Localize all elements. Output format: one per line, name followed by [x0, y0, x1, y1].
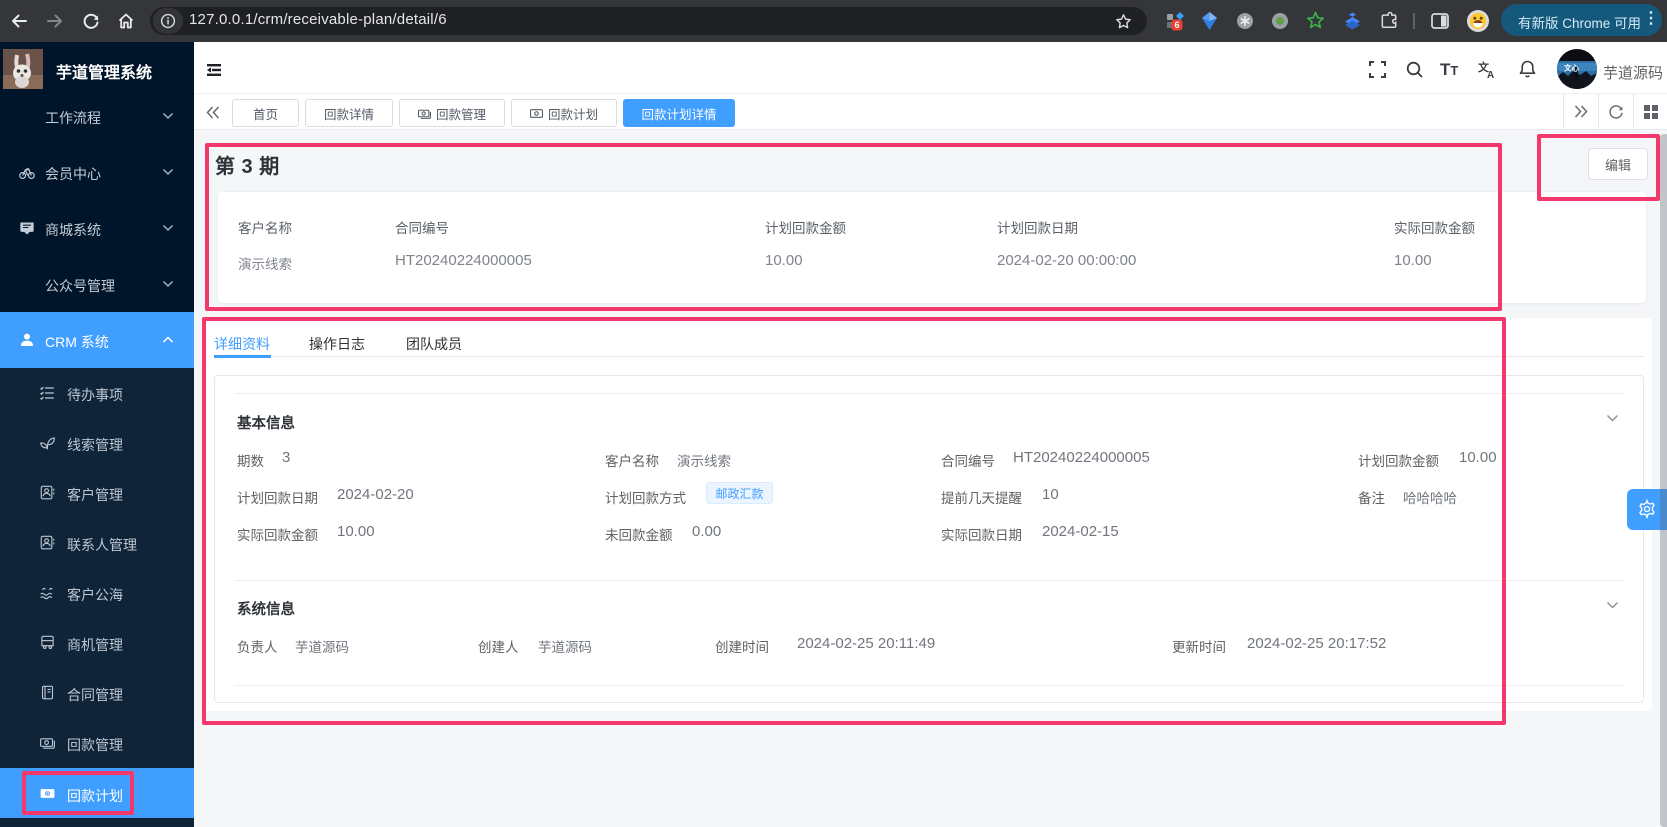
svg-text:文心: 文心 [1564, 63, 1580, 73]
svg-text:6: 6 [1174, 20, 1179, 30]
svg-text:A: A [1487, 70, 1494, 79]
